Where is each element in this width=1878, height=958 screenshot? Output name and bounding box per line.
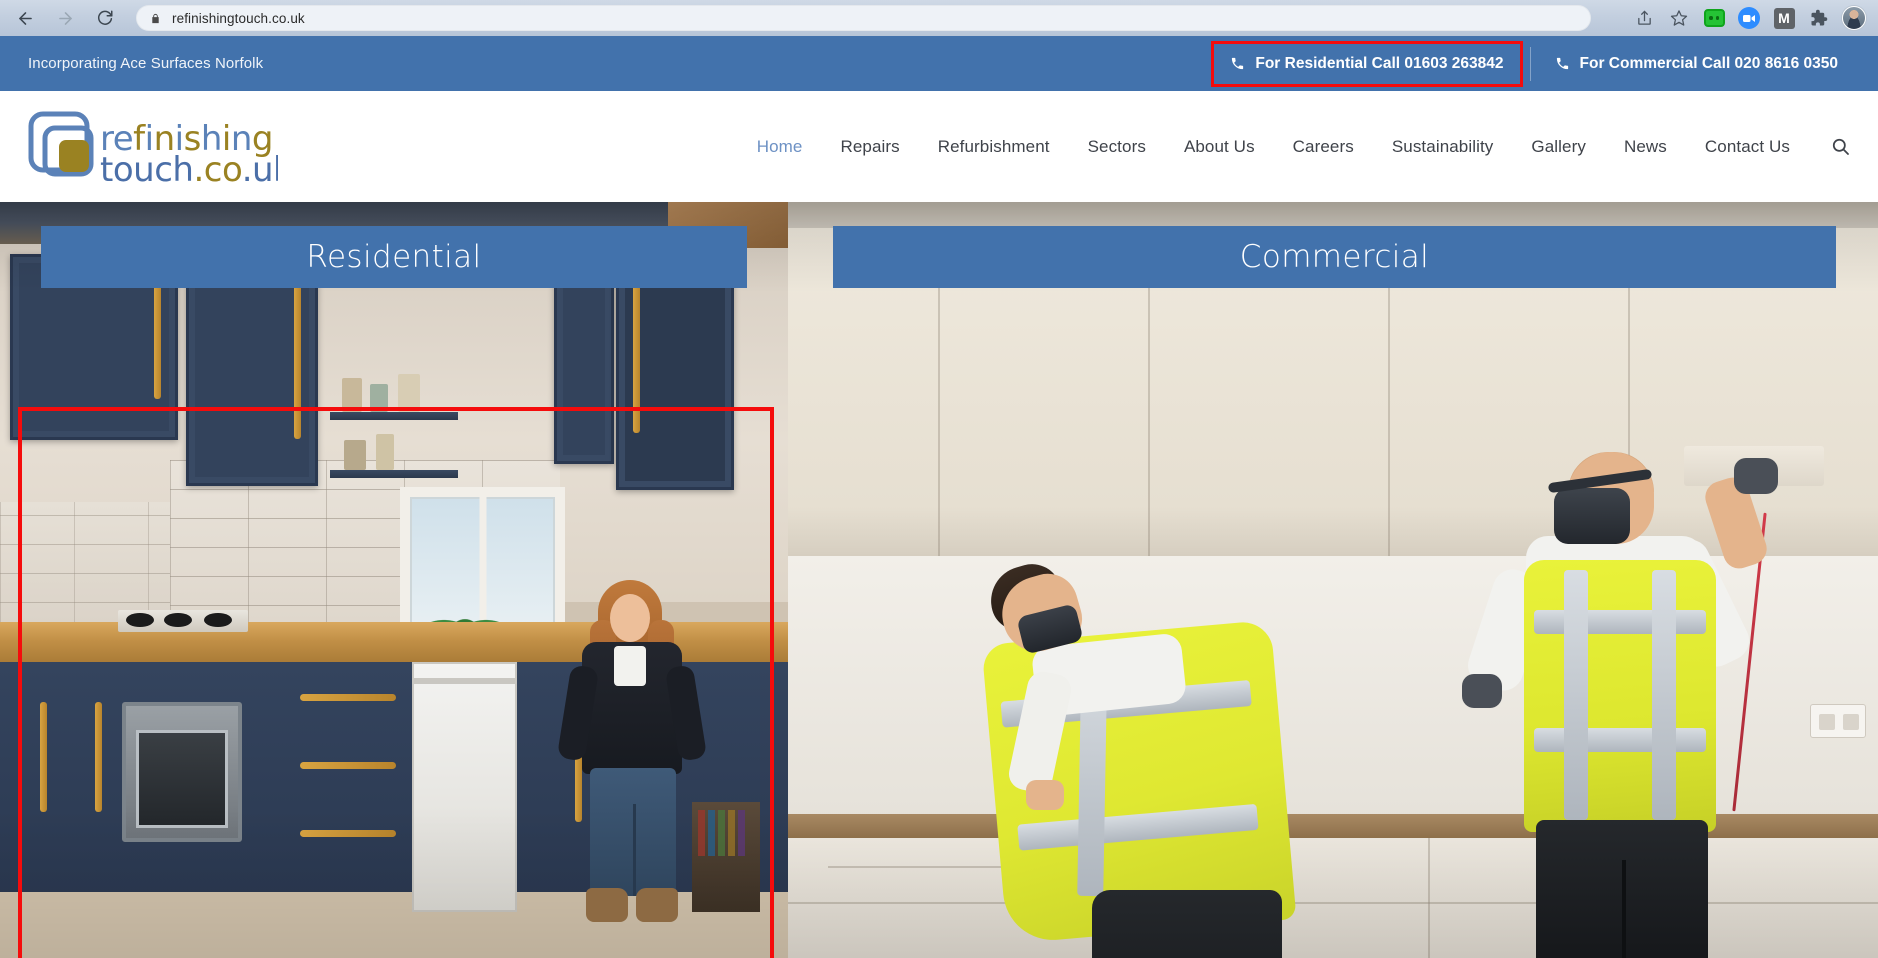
bookmark-star-icon[interactable] — [1667, 6, 1691, 30]
commercial-banner-label: Commercial — [1239, 239, 1430, 275]
hero-section: Residential Commercial — [0, 202, 1878, 958]
residential-panel[interactable]: Residential — [0, 202, 788, 958]
search-icon[interactable] — [1809, 129, 1856, 164]
nav-item-news[interactable]: News — [1605, 129, 1686, 165]
url-text: refinishingtouch.co.uk — [172, 10, 305, 26]
bot-extension-icon[interactable] — [1702, 6, 1726, 30]
nav-item-careers[interactable]: Careers — [1274, 129, 1373, 165]
back-arrow-icon[interactable] — [12, 5, 38, 31]
residential-phone-link[interactable]: For Residential Call 01603 263842 — [1211, 40, 1523, 87]
forward-arrow-icon[interactable] — [52, 5, 78, 31]
share-icon[interactable] — [1632, 6, 1656, 30]
residential-banner-label: Residential — [306, 239, 482, 275]
residential-kitchen-image — [0, 202, 788, 958]
nav-item-sustainability[interactable]: Sustainability — [1373, 129, 1513, 165]
nav-item-about-us[interactable]: About Us — [1165, 129, 1274, 165]
browser-nav-buttons — [12, 5, 118, 31]
commercial-kitchen-image — [788, 202, 1878, 958]
site-logo[interactable]: refinishing touch.co.uk — [28, 106, 278, 188]
residential-phone-text: For Residential Call 01603 263842 — [1255, 54, 1504, 72]
phone-icon — [1555, 56, 1570, 71]
nav-item-home[interactable]: Home — [738, 129, 822, 165]
commercial-banner[interactable]: Commercial — [833, 226, 1836, 288]
browser-extension-icons: M — [1632, 6, 1866, 30]
main-navigation: Home Repairs Refurbishment Sectors About… — [738, 129, 1856, 165]
svg-text:touch.co.uk: touch.co.uk — [100, 150, 278, 188]
residential-banner[interactable]: Residential — [41, 226, 747, 288]
extensions-puzzle-icon[interactable] — [1807, 6, 1831, 30]
nav-item-refurbishment[interactable]: Refurbishment — [919, 129, 1069, 165]
site-header: refinishing touch.co.uk Home Repairs Ref… — [0, 91, 1878, 202]
profile-avatar-icon[interactable] — [1842, 6, 1866, 30]
phone-divider — [1529, 46, 1531, 81]
zoom-video-icon[interactable] — [1737, 6, 1761, 30]
nav-item-sectors[interactable]: Sectors — [1069, 129, 1165, 165]
gmail-icon[interactable]: M — [1772, 6, 1796, 30]
nav-item-gallery[interactable]: Gallery — [1512, 129, 1605, 165]
person-illustration — [556, 580, 708, 940]
phone-icon — [1230, 56, 1245, 71]
address-bar[interactable]: refinishingtouch.co.uk — [136, 5, 1591, 31]
lock-icon — [150, 12, 161, 25]
worker-standing-illustration — [1448, 446, 1824, 958]
commercial-phone-link[interactable]: For Commercial Call 020 8616 0350 — [1541, 45, 1852, 83]
browser-toolbar: refinishingtouch.co.uk M — [0, 0, 1878, 36]
phone-links: For Residential Call 01603 263842 For Co… — [1211, 40, 1852, 87]
commercial-phone-text: For Commercial Call 020 8616 0350 — [1579, 54, 1838, 72]
nav-item-contact-us[interactable]: Contact Us — [1686, 129, 1809, 165]
commercial-panel[interactable]: Commercial — [788, 202, 1878, 958]
site-top-bar: Incorporating Ace Surfaces Norfolk For R… — [0, 36, 1878, 91]
worker-bending-illustration — [974, 522, 1304, 958]
nav-item-repairs[interactable]: Repairs — [821, 129, 918, 165]
tagline-text: Incorporating Ace Surfaces Norfolk — [28, 55, 264, 72]
reload-icon[interactable] — [92, 5, 118, 31]
